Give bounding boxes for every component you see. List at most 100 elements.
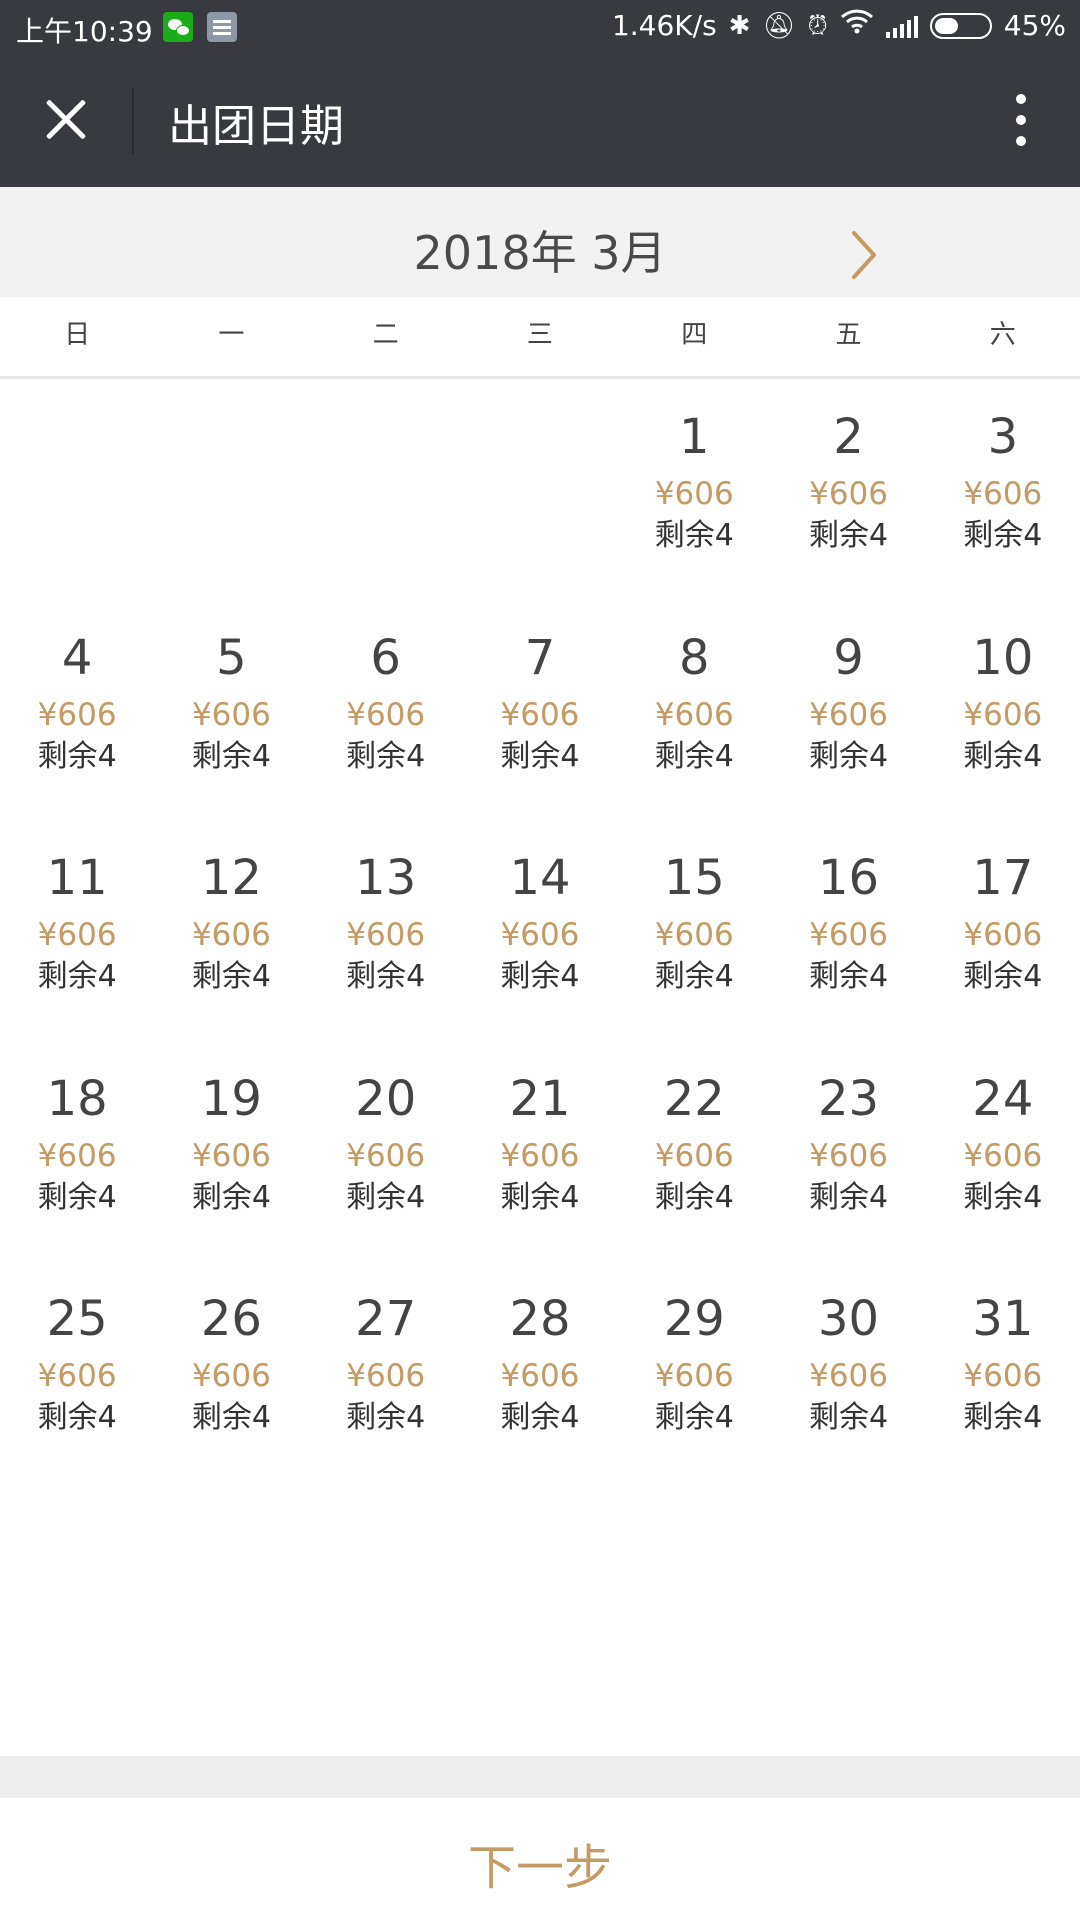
- day-remaining: 剩余4: [191, 959, 271, 994]
- day-price: ¥606: [500, 917, 580, 953]
- day-price: ¥606: [500, 1137, 580, 1174]
- day-remaining: 剩余4: [809, 1179, 889, 1215]
- weekday-label: 日: [64, 320, 91, 350]
- day-price: ¥606: [654, 917, 734, 953]
- status-time: 上午10:39: [16, 15, 153, 48]
- day-price: ¥606: [191, 1358, 271, 1394]
- day-price: ¥606: [654, 476, 734, 512]
- day-remaining: 剩余4: [963, 959, 1043, 994]
- day-price: ¥606: [654, 696, 734, 733]
- day-number: 11: [46, 850, 108, 906]
- day-remaining: 剩余4: [500, 738, 580, 774]
- day-remaining: 剩余4: [37, 738, 117, 774]
- day-number: 16: [818, 850, 880, 906]
- month-header: 2018年 3月: [0, 187, 1080, 297]
- mute-icon: 🔕︎: [762, 10, 796, 41]
- day-price: ¥606: [346, 917, 426, 953]
- day-remaining: 剩余4: [963, 738, 1043, 774]
- signal-icon: [885, 14, 918, 38]
- status-bar: 上午10:39 1.46K/s ✱ 🔕︎ ⏰︎ 45%: [0, 0, 1080, 54]
- calendar-day-cell[interactable]: 30 ¥606 剩余4: [771, 1264, 925, 1524]
- next-step-button[interactable]: 下一步: [0, 1828, 1080, 1898]
- alarm-icon: ⏰︎: [807, 10, 828, 41]
- day-number: 31: [972, 1291, 1034, 1347]
- day-price: ¥606: [963, 476, 1043, 512]
- day-number: 27: [355, 1291, 417, 1347]
- day-number: 10: [972, 629, 1034, 686]
- day-number: 9: [833, 629, 864, 686]
- day-remaining: 剩余4: [37, 1179, 117, 1215]
- day-remaining: 剩余4: [346, 1179, 426, 1215]
- day-number: 29: [663, 1291, 725, 1347]
- calendar-day-cell[interactable]: 31 ¥606 剩余4: [926, 1264, 1080, 1524]
- calendar-day-cell[interactable]: 25 ¥606 剩余4: [0, 1264, 154, 1524]
- day-number: 13: [355, 850, 417, 906]
- day-price: ¥606: [191, 917, 271, 953]
- day-price: ¥606: [346, 1358, 426, 1394]
- day-number: 24: [972, 1070, 1034, 1127]
- calendar-day-cell[interactable]: 28 ¥606 剩余4: [463, 1264, 617, 1524]
- day-number: 8: [679, 629, 710, 686]
- day-remaining: 剩余4: [500, 959, 580, 994]
- next-month-chevron-icon[interactable]: [840, 225, 888, 285]
- day-number: 19: [200, 1070, 262, 1127]
- day-number: 18: [46, 1070, 108, 1127]
- day-number: 3: [987, 409, 1019, 465]
- day-remaining: 剩余4: [809, 518, 889, 553]
- day-number: 20: [355, 1070, 417, 1127]
- day-remaining: 剩余4: [191, 1400, 271, 1435]
- close-icon[interactable]: [32, 84, 102, 154]
- day-number: 12: [200, 850, 262, 906]
- day-remaining: 剩余4: [809, 738, 889, 774]
- page-title: 出团日期: [168, 101, 344, 152]
- bluetooth-icon: ✱: [728, 10, 751, 41]
- day-price: ¥606: [37, 1137, 117, 1174]
- day-number: 6: [370, 629, 401, 686]
- calendar-week-row: 25 ¥606 剩余4 26 ¥606 剩余4 27 ¥606 剩余4 28 ¥606 剩余4 29 ¥6…: [0, 1264, 1080, 1534]
- day-price: ¥606: [346, 696, 426, 733]
- day-price: ¥606: [654, 1137, 734, 1174]
- day-remaining: 剩余4: [963, 1179, 1043, 1215]
- more-options-icon[interactable]: [990, 82, 1050, 158]
- day-number: 1: [679, 409, 710, 465]
- day-remaining: 剩余4: [500, 1179, 580, 1215]
- weekday-header: 日 一 二 三 四 五 六: [0, 297, 1080, 379]
- day-price: ¥606: [963, 1137, 1043, 1174]
- day-price: ¥606: [963, 1358, 1043, 1394]
- day-number: 28: [509, 1291, 571, 1347]
- day-price: ¥606: [500, 696, 580, 733]
- wechat-icon: [163, 12, 193, 42]
- day-number: 15: [663, 850, 725, 906]
- day-price: ¥606: [809, 1137, 888, 1174]
- day-price: ¥606: [191, 1137, 271, 1174]
- day-number: 14: [509, 850, 571, 906]
- day-number: 22: [663, 1070, 725, 1127]
- day-remaining: 剩余4: [654, 959, 734, 994]
- day-number: 2: [833, 409, 864, 465]
- weekday-label: 二: [372, 320, 399, 350]
- day-remaining: 剩余4: [963, 518, 1043, 553]
- weekday-label: 四: [681, 320, 708, 350]
- day-remaining: 剩余4: [37, 1400, 117, 1435]
- weekday-label: 一: [218, 320, 245, 350]
- day-price: ¥606: [346, 1137, 426, 1174]
- day-number: 7: [524, 629, 556, 686]
- day-price: ¥606: [809, 696, 888, 733]
- calendar-day-cell[interactable]: 26 ¥606 剩余4: [154, 1264, 308, 1524]
- day-remaining: 剩余4: [346, 1400, 426, 1435]
- day-remaining: 剩余4: [654, 518, 734, 553]
- day-price: ¥606: [191, 696, 271, 733]
- day-price: ¥606: [37, 917, 117, 953]
- weekday-label: 六: [989, 320, 1016, 350]
- day-number: 21: [509, 1070, 571, 1127]
- day-remaining: 剩余4: [191, 1179, 271, 1215]
- day-price: ¥606: [654, 1358, 734, 1394]
- footer-separator: [0, 1756, 1080, 1798]
- calendar-day-cell[interactable]: 29 ¥606 剩余4: [617, 1264, 771, 1524]
- day-remaining: 剩余4: [500, 1400, 580, 1435]
- calendar-day-cell[interactable]: 27 ¥606 剩余4: [309, 1264, 463, 1524]
- battery-percent: 45%: [1003, 9, 1066, 42]
- day-remaining: 剩余4: [191, 738, 271, 774]
- day-price: ¥606: [963, 917, 1043, 953]
- footer-bar: 下一步: [0, 1798, 1080, 1920]
